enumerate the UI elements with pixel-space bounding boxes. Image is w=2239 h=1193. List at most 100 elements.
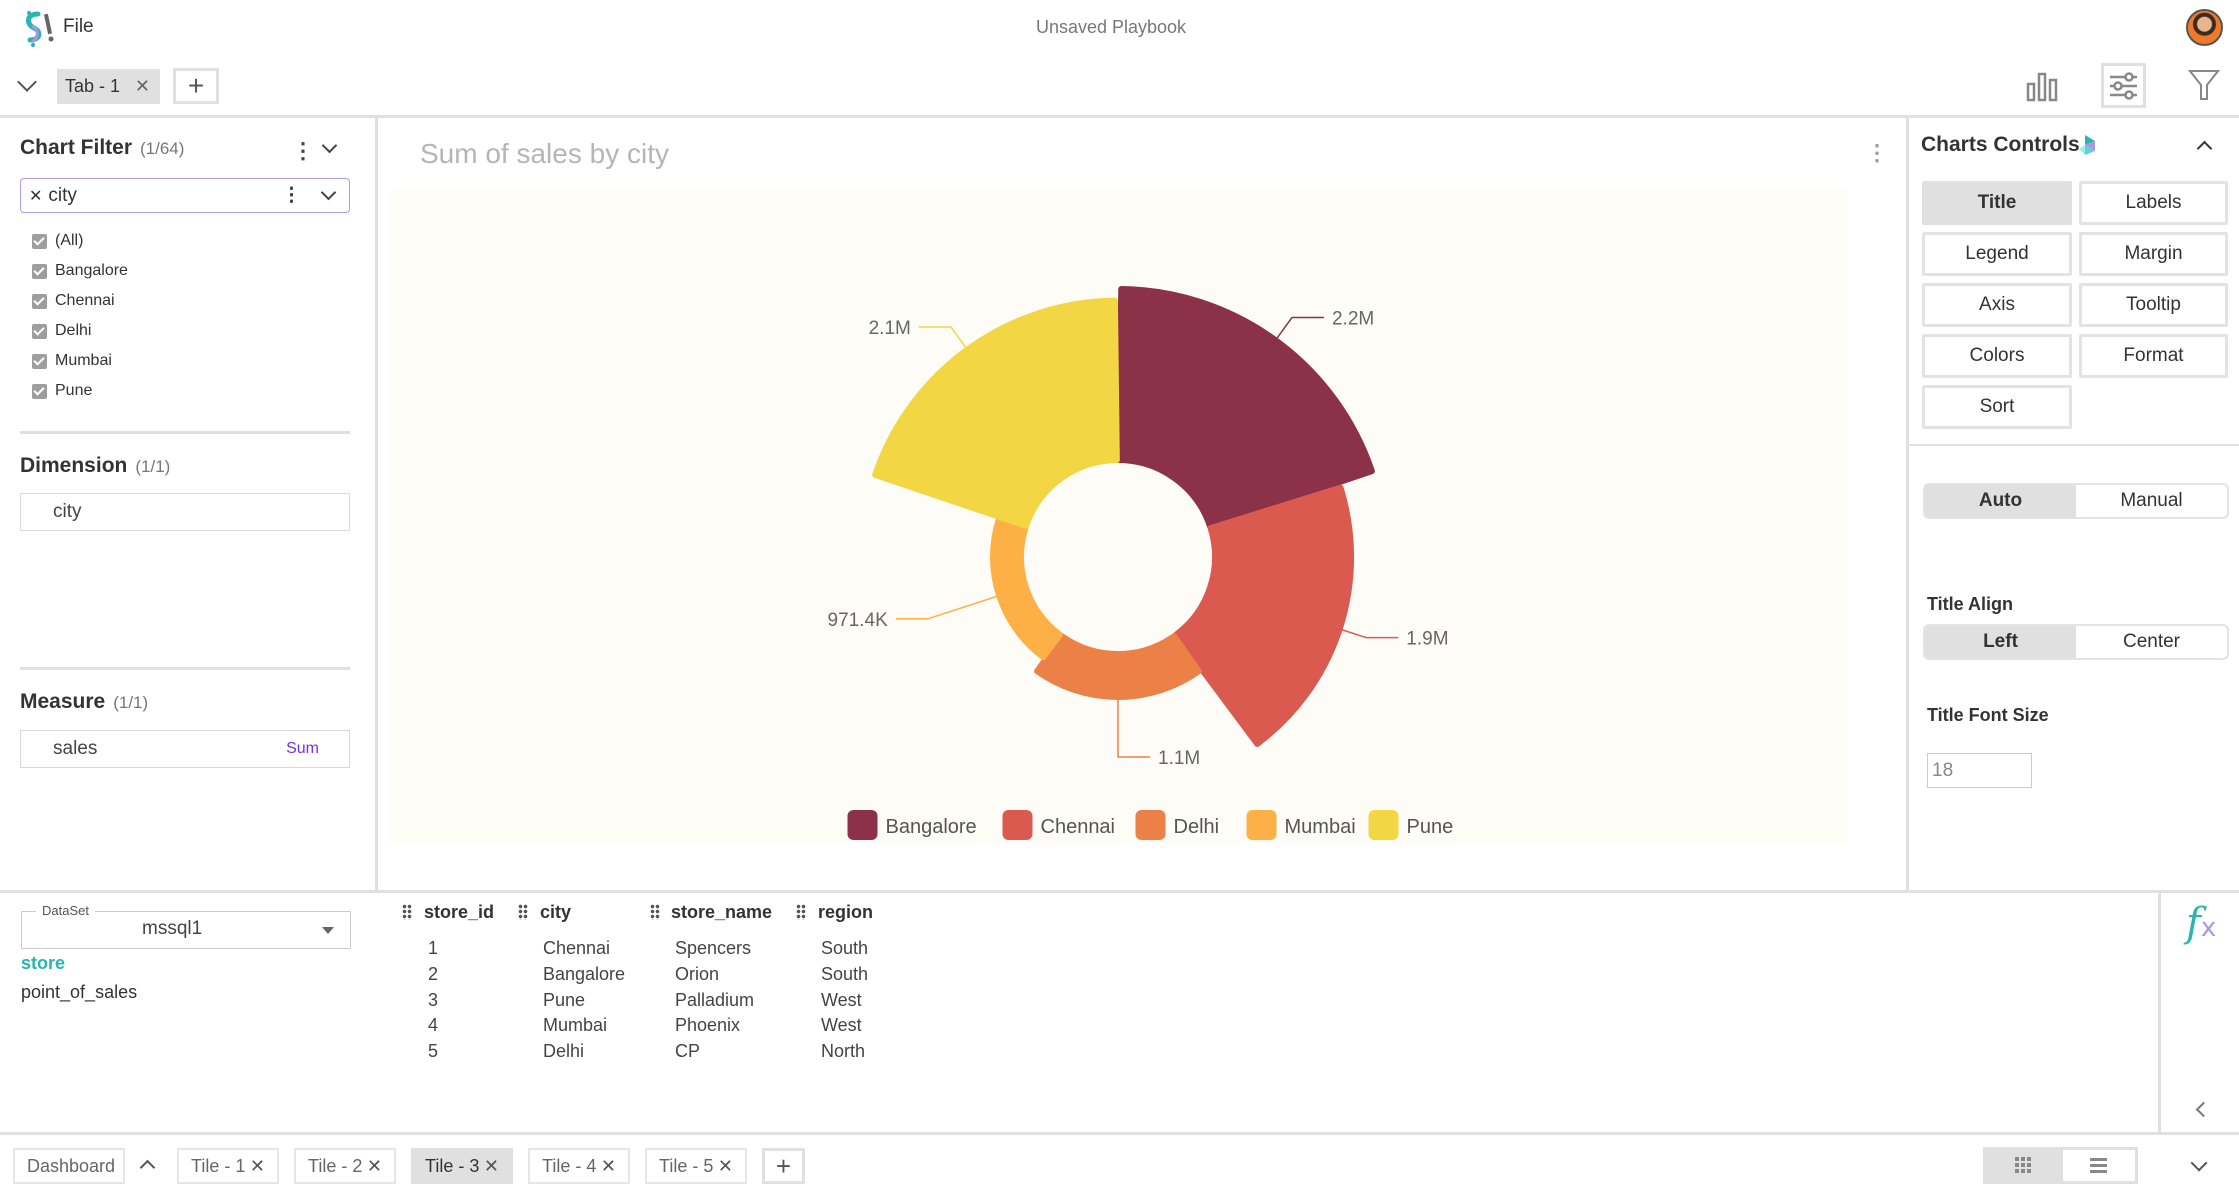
- tile-tab-1[interactable]: Tile - 1 ✕: [177, 1148, 279, 1184]
- table-cell: South: [821, 964, 869, 984]
- align-left[interactable]: Left: [1925, 626, 2076, 658]
- control-sort-button[interactable]: Sort: [1922, 385, 2072, 429]
- measure-field[interactable]: sales Sum: [20, 730, 350, 768]
- filter-option-pune[interactable]: Pune: [32, 382, 92, 400]
- filter-option-delhi[interactable]: Delhi: [32, 322, 91, 340]
- legend-label-delhi[interactable]: Delhi: [1174, 816, 1220, 838]
- tile-tab-5[interactable]: Tile - 5 ✕: [645, 1148, 747, 1184]
- title-align-toggle[interactable]: Left Center: [1923, 624, 2229, 660]
- chevron-down-icon[interactable]: [17, 72, 37, 92]
- chevron-down-icon[interactable]: [2190, 1154, 2208, 1172]
- legend-swatch-chennai[interactable]: [1002, 810, 1033, 840]
- tab-1[interactable]: Tab - 1 ✕: [57, 69, 160, 104]
- charts-controls-heading: Charts Controls: [1921, 133, 2080, 156]
- control-margin-button[interactable]: Margin: [2079, 232, 2228, 276]
- view-toggle[interactable]: [1983, 1147, 2138, 1184]
- control-tooltip-button[interactable]: Tooltip: [2079, 283, 2228, 327]
- checkbox-checked-icon[interactable]: [32, 293, 47, 309]
- close-icon[interactable]: ✕: [135, 76, 150, 97]
- table-cell: West: [821, 990, 862, 1010]
- drag-handle-icon[interactable]: [518, 904, 528, 920]
- filter-option-all[interactable]: (All): [32, 232, 83, 250]
- chevron-left-icon[interactable]: [2195, 1101, 2212, 1118]
- bar-chart-icon[interactable]: [2025, 70, 2059, 102]
- mode-auto[interactable]: Auto: [1925, 485, 2076, 517]
- tile-tab-3[interactable]: Tile - 3 ✕: [411, 1148, 513, 1184]
- legend-label-chennai[interactable]: Chennai: [1041, 816, 1116, 838]
- legend-label-mumbai[interactable]: Mumbai: [1285, 816, 1356, 838]
- table-cell: Pune: [543, 990, 586, 1010]
- chevron-up-icon[interactable]: [2196, 140, 2213, 157]
- checkbox-checked-icon[interactable]: [32, 233, 47, 249]
- control-colors-button[interactable]: Colors: [1922, 334, 2072, 378]
- checkbox-checked-icon[interactable]: [32, 323, 47, 339]
- close-icon[interactable]: ✕: [718, 1156, 733, 1177]
- chevron-up-icon[interactable]: [139, 1159, 156, 1176]
- mode-manual[interactable]: Manual: [2076, 485, 2227, 517]
- table-cell: 4: [428, 1015, 439, 1035]
- legend-swatch-delhi[interactable]: [1135, 810, 1166, 840]
- chevron-down-icon[interactable]: [321, 137, 338, 154]
- table-item-store[interactable]: store: [21, 953, 65, 974]
- kebab-menu-icon[interactable]: ⋮: [292, 138, 314, 164]
- filter-option-chennai[interactable]: Chennai: [32, 292, 115, 310]
- column-header-region[interactable]: region: [818, 902, 873, 923]
- settings-sliders-button[interactable]: [2101, 63, 2146, 108]
- dashboard-tab[interactable]: Dashboard: [13, 1148, 125, 1184]
- drag-handle-icon[interactable]: [402, 904, 412, 920]
- control-labels-button[interactable]: Labels: [2079, 181, 2228, 225]
- drag-handle-icon[interactable]: [796, 904, 806, 920]
- filter-option-bangalore[interactable]: Bangalore: [32, 262, 128, 280]
- title-font-size-input[interactable]: [1927, 753, 2032, 788]
- tile-label: Tile - 2: [308, 1155, 363, 1176]
- user-avatar[interactable]: [2186, 9, 2223, 46]
- control-legend-button[interactable]: Legend: [1922, 232, 2072, 276]
- align-center[interactable]: Center: [2076, 626, 2227, 658]
- close-icon[interactable]: ✕: [29, 186, 42, 206]
- label-leader-line: [1117, 698, 1150, 758]
- dimension-field[interactable]: city: [20, 493, 350, 531]
- checkbox-checked-icon[interactable]: [32, 353, 47, 369]
- filter-field-select[interactable]: ✕ city ⋮: [20, 178, 350, 213]
- data-label: 2.2M: [1332, 309, 1374, 330]
- column-header-city[interactable]: city: [540, 902, 571, 923]
- kebab-menu-icon[interactable]: ⋮: [282, 184, 301, 207]
- slice-chennai[interactable]: [1172, 484, 1355, 747]
- list-view-button[interactable]: [2063, 1150, 2135, 1181]
- close-icon[interactable]: ✕: [601, 1156, 616, 1177]
- table-item-point-of-sales[interactable]: point_of_sales: [21, 982, 137, 1003]
- mode-toggle[interactable]: Auto Manual: [1923, 483, 2229, 519]
- control-format-button[interactable]: Format: [2079, 334, 2228, 378]
- slice-pune[interactable]: [872, 297, 1120, 529]
- aggregation-label[interactable]: Sum: [286, 740, 319, 758]
- formula-fx-icon[interactable]: fx: [2186, 900, 2216, 946]
- chevron-down-icon[interactable]: [320, 184, 337, 201]
- column-header-store-name[interactable]: store_name: [671, 902, 772, 923]
- column-header-store-id[interactable]: store_id: [424, 902, 494, 923]
- tile-tab-2[interactable]: Tile - 2 ✕: [294, 1148, 396, 1184]
- drag-handle-icon[interactable]: [650, 904, 660, 920]
- close-icon[interactable]: ✕: [250, 1156, 265, 1177]
- filter-icon[interactable]: [2188, 68, 2220, 102]
- slice-mumbai[interactable]: [990, 516, 1064, 661]
- add-tab-button[interactable]: +: [173, 68, 219, 104]
- control-title-button[interactable]: Title: [1922, 181, 2072, 225]
- data-label: 1.1M: [1158, 748, 1200, 769]
- legend-label-pune[interactable]: Pune: [1407, 816, 1454, 838]
- legend-swatch-pune[interactable]: [1368, 810, 1399, 840]
- filter-option-mumbai[interactable]: Mumbai: [32, 352, 112, 370]
- tab-label: Tab - 1: [65, 76, 121, 96]
- checkbox-checked-icon[interactable]: [32, 383, 47, 399]
- title-align-label: Title Align: [1927, 594, 2014, 614]
- tile-tab-4[interactable]: Tile - 4 ✕: [528, 1148, 630, 1184]
- legend-swatch-bangalore[interactable]: [847, 810, 878, 840]
- legend-swatch-mumbai[interactable]: [1246, 810, 1277, 840]
- add-tile-button[interactable]: +: [762, 1148, 805, 1184]
- close-icon[interactable]: ✕: [484, 1156, 499, 1177]
- checkbox-checked-icon[interactable]: [32, 263, 47, 279]
- slice-delhi[interactable]: [1034, 633, 1202, 700]
- close-icon[interactable]: ✕: [367, 1156, 382, 1177]
- legend-label-bangalore[interactable]: Bangalore: [886, 816, 977, 838]
- control-axis-button[interactable]: Axis: [1922, 283, 2072, 327]
- grid-view-icon[interactable]: [2015, 1157, 2031, 1173]
